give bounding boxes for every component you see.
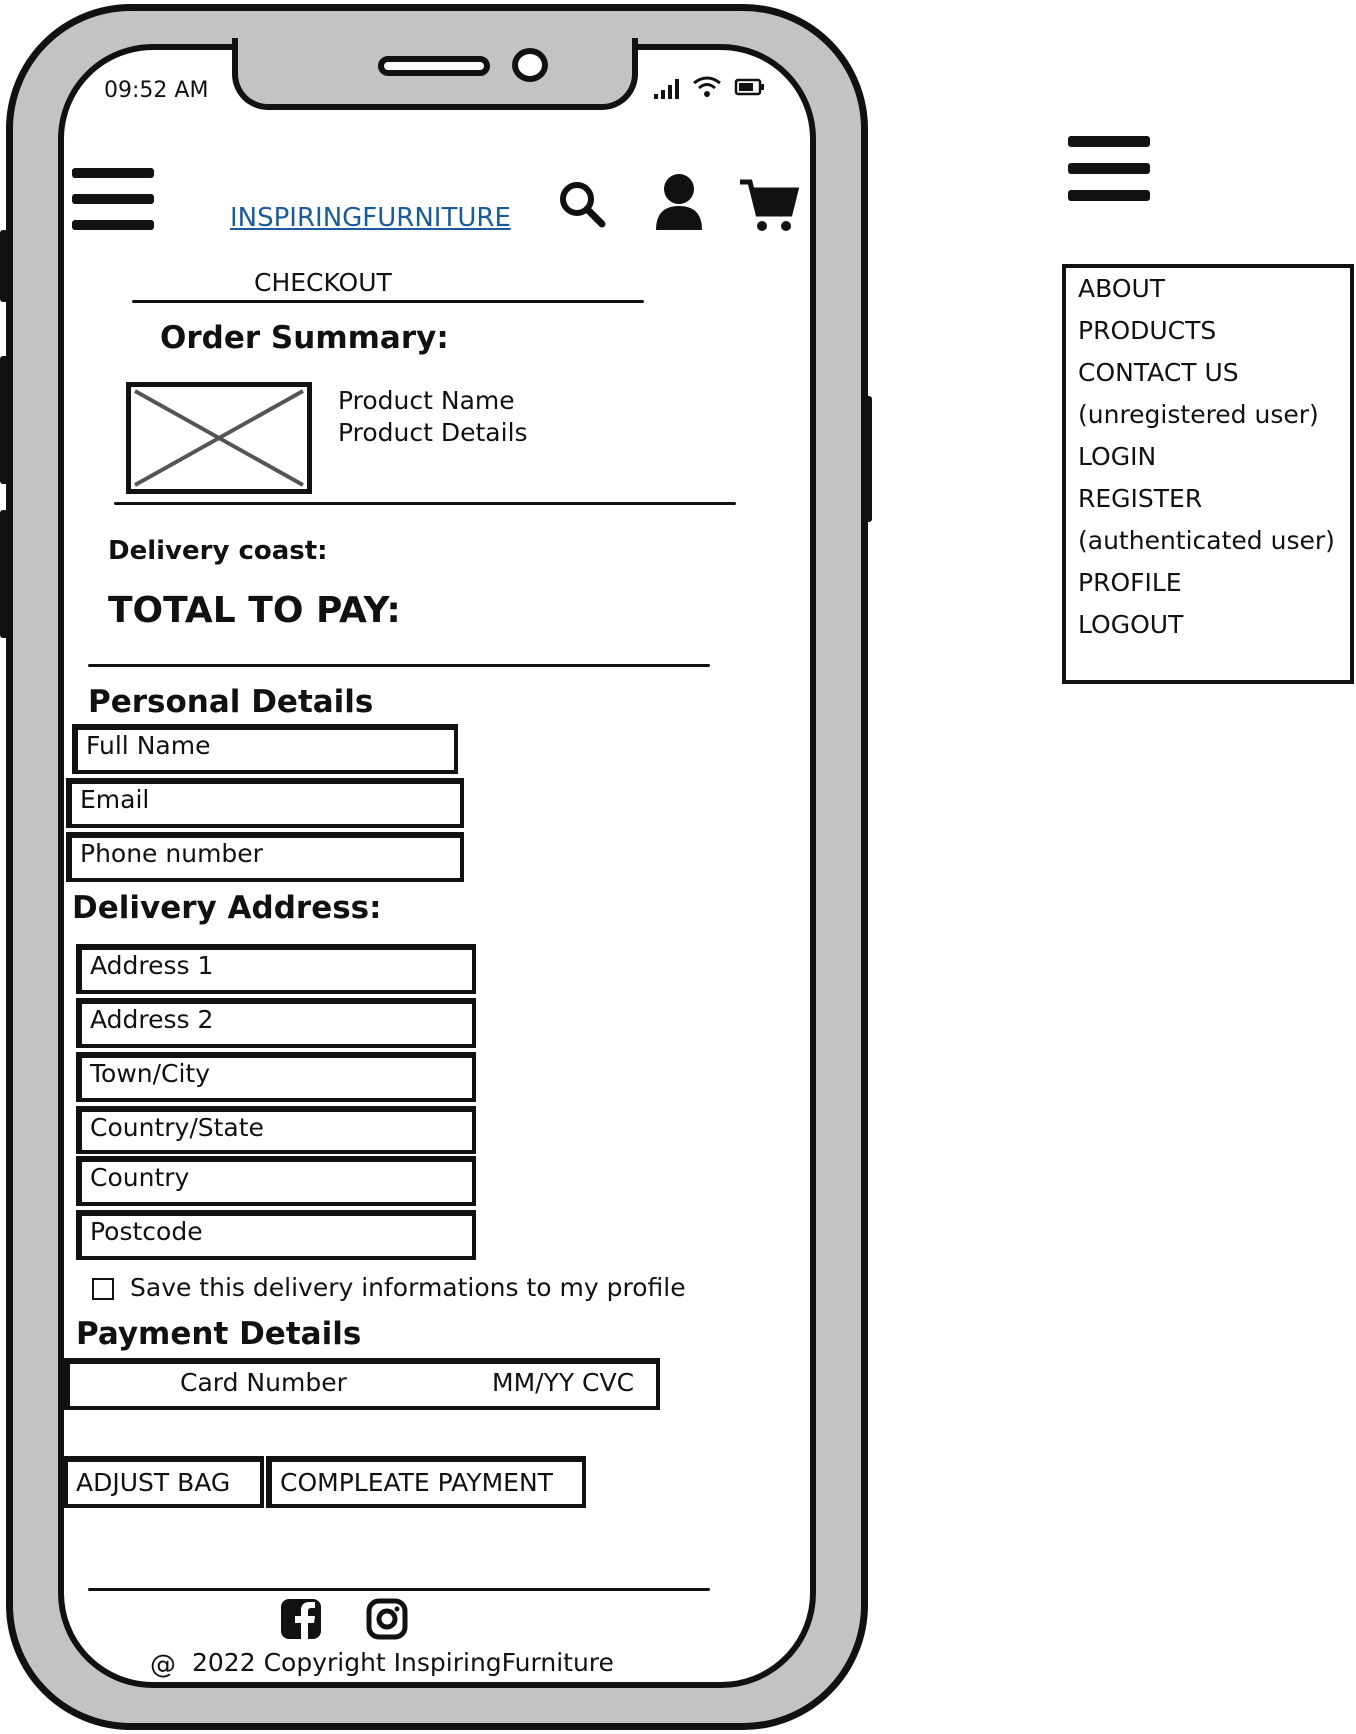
address-2-input[interactable]: Address 2 [76, 998, 476, 1048]
personal-details-title: Personal Details [88, 684, 374, 720]
search-icon[interactable] [558, 180, 606, 232]
complete-payment-button[interactable]: COMPLEATE PAYMENT [266, 1456, 586, 1508]
wifi-icon [692, 74, 722, 102]
delivery-cost-label: Delivery coast: [108, 536, 328, 566]
brand-link[interactable]: INSPIRINGFURNITURE [230, 203, 511, 233]
divider [88, 1588, 710, 1591]
phone-side-button [862, 396, 872, 522]
divider [132, 300, 644, 303]
phone-side-button [0, 230, 10, 302]
product-name: Product Name [338, 386, 515, 415]
cart-icon[interactable] [738, 176, 800, 238]
divider [114, 502, 736, 505]
facebook-icon[interactable] [280, 1598, 322, 1644]
menu-item-login[interactable]: LOGIN [1078, 442, 1156, 471]
instagram-icon[interactable] [366, 1598, 408, 1644]
country-state-input[interactable]: Country/State [76, 1106, 476, 1154]
address-1-input[interactable]: Address 1 [76, 944, 476, 994]
menu-note-unregistered: (unregistered user) [1078, 400, 1319, 429]
divider [88, 664, 710, 667]
menu-item-contact-us[interactable]: CONTACT US [1078, 358, 1239, 387]
copyright-text: 2022 Copyright InspiringFurniture [192, 1648, 614, 1677]
phone-side-button [0, 356, 10, 484]
phone-number-input[interactable]: Phone number [66, 832, 464, 882]
account-icon[interactable] [654, 172, 704, 236]
copyright-symbol: @ [150, 1650, 176, 1680]
email-input[interactable]: Email [66, 778, 464, 828]
signal-icon [652, 76, 682, 104]
menu-item-register[interactable]: REGISTER [1078, 484, 1202, 513]
save-delivery-checkbox[interactable] [92, 1278, 114, 1300]
page-title: CHECKOUT [254, 268, 392, 297]
phone-speaker [378, 56, 490, 76]
menu-item-profile[interactable]: PROFILE [1078, 568, 1182, 597]
product-details: Product Details [338, 418, 528, 447]
phone-camera [512, 48, 548, 82]
full-name-input[interactable]: Full Name [72, 724, 458, 774]
expiry-cvc-placeholder: MM/YY CVC [492, 1368, 635, 1397]
total-to-pay-label: TOTAL TO PAY: [108, 590, 401, 631]
card-number-placeholder: Card Number [180, 1368, 347, 1397]
order-summary-title: Order Summary: [160, 320, 449, 356]
save-delivery-label: Save this delivery informations to my pr… [130, 1273, 686, 1302]
menu-item-products[interactable]: PRODUCTS [1078, 316, 1216, 345]
menu-item-logout[interactable]: LOGOUT [1078, 610, 1183, 639]
postcode-input[interactable]: Postcode [76, 1210, 476, 1260]
phone-side-button [0, 510, 10, 638]
hamburger-menu-icon[interactable] [72, 168, 154, 246]
country-input[interactable]: Country [76, 1156, 476, 1206]
product-image-placeholder [126, 382, 312, 494]
town-city-input[interactable]: Town/City [76, 1052, 476, 1102]
menu-note-authenticated: (authenticated user) [1078, 526, 1335, 555]
status-time: 09:52 AM [104, 78, 209, 103]
payment-details-title: Payment Details [76, 1316, 362, 1352]
menu-hamburger-icon[interactable] [1068, 136, 1150, 217]
menu-item-about[interactable]: ABOUT [1078, 274, 1165, 303]
battery-icon [734, 76, 766, 102]
delivery-address-title: Delivery Address: [72, 890, 382, 926]
adjust-bag-button[interactable]: ADJUST BAG [62, 1456, 264, 1508]
